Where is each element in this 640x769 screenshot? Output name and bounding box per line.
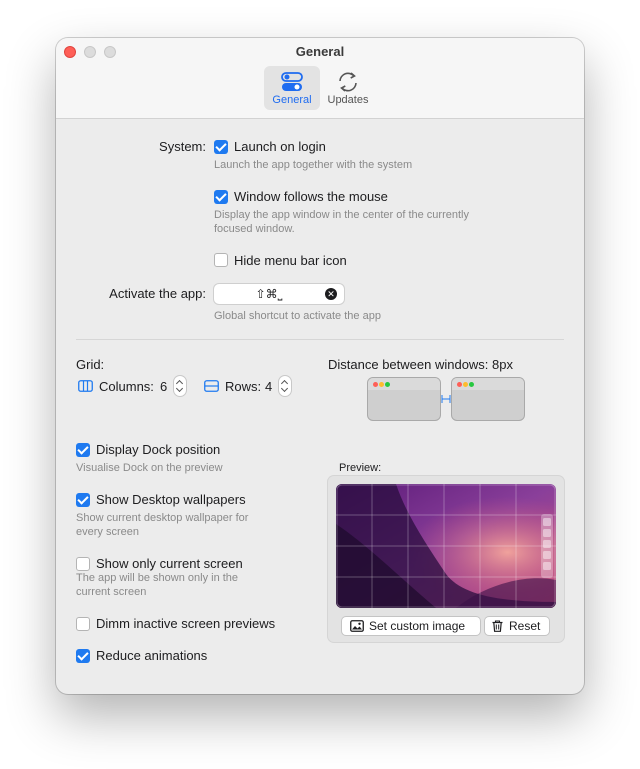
rows-value[interactable]: 4	[265, 379, 272, 394]
shortcut-recorder[interactable]: ⇧⌘⎵ ✕	[214, 284, 344, 304]
columns-value[interactable]: 6	[160, 379, 167, 394]
launch-on-login-hint: Launch the app together with the system	[214, 159, 413, 171]
launch-on-login-checkbox[interactable]	[214, 140, 228, 154]
window-follows-mouse-hint-2: focused window.	[214, 223, 295, 235]
system-label: System:	[159, 139, 206, 154]
grid-label: Grid:	[76, 357, 105, 372]
columns-stepper[interactable]	[174, 376, 186, 396]
hide-menu-bar-icon-checkbox[interactable]	[214, 253, 228, 267]
activate-hint: Global shortcut to activate the app	[214, 310, 381, 322]
image-icon	[350, 620, 364, 632]
section-divider	[76, 339, 564, 340]
trash-icon	[492, 620, 503, 632]
display-dock-checkbox[interactable]	[76, 443, 90, 457]
tab-general-label: General	[272, 94, 312, 106]
window-follows-mouse-checkbox[interactable]	[214, 190, 228, 204]
only-current-screen-hint-2: current screen	[76, 586, 147, 598]
distance-marker-icon	[441, 395, 451, 403]
set-custom-image-label: Set custom image	[369, 619, 466, 633]
show-wallpapers-checkbox[interactable]	[76, 493, 90, 507]
only-current-screen-hint-1: The app will be shown only in the	[76, 572, 239, 584]
columns-label: Columns:	[99, 379, 154, 394]
distance-preview-window-right	[452, 378, 524, 420]
dimm-inactive-label: Dimm inactive screen previews	[96, 616, 276, 631]
show-wallpapers-hint-1: Show current desktop wallpaper for	[76, 512, 249, 524]
reduce-animations-label: Reduce animations	[96, 648, 208, 663]
columns-icon	[78, 380, 93, 392]
rows-label: Rows:	[225, 379, 262, 394]
show-wallpapers-hint-2: every screen	[76, 526, 139, 538]
launch-on-login-label: Launch on login	[234, 139, 326, 154]
clear-shortcut-icon[interactable]: ✕	[325, 288, 337, 300]
show-wallpapers-label: Show Desktop wallpapers	[96, 492, 246, 507]
tab-updates-label: Updates	[327, 94, 369, 106]
screen-preview: Set custom image Reset	[328, 476, 564, 642]
only-current-screen-checkbox[interactable]	[76, 557, 90, 571]
distance-label: Distance between windows: 8px	[328, 357, 513, 372]
refresh-icon	[339, 72, 357, 92]
display-dock-hint: Visualise Dock on the preview	[76, 462, 223, 474]
wallpaper-image	[336, 484, 556, 608]
hide-menu-bar-icon-label: Hide menu bar icon	[234, 253, 347, 268]
distance-preview-window-left	[368, 378, 440, 420]
activate-label: Activate the app:	[109, 286, 206, 301]
wallpaper-preview	[336, 484, 556, 608]
reduce-animations-checkbox[interactable]	[76, 649, 90, 663]
toolbar: General General Updates	[56, 38, 584, 119]
dimm-inactive-checkbox[interactable]	[76, 617, 90, 631]
tab-general[interactable]: General	[264, 66, 320, 110]
shortcut-value: ⇧⌘⎵	[255, 287, 283, 301]
toggles-icon	[281, 72, 303, 91]
preview-label: Preview:	[339, 462, 382, 474]
window-title: General	[295, 44, 345, 59]
set-custom-image-button[interactable]: Set custom image	[342, 617, 480, 635]
dock-preview	[541, 514, 553, 578]
reset-label: Reset	[509, 619, 541, 633]
rows-icon	[204, 380, 219, 392]
tab-updates[interactable]: Updates	[320, 66, 376, 110]
rows-stepper[interactable]	[279, 376, 291, 396]
window-follows-mouse-label: Window follows the mouse	[234, 189, 388, 204]
display-dock-label: Display Dock position	[96, 442, 221, 457]
window-follows-mouse-hint-1: Display the app window in the center of …	[214, 209, 469, 221]
reset-button[interactable]: Reset	[485, 617, 549, 635]
only-current-screen-label: Show only current screen	[96, 556, 243, 571]
